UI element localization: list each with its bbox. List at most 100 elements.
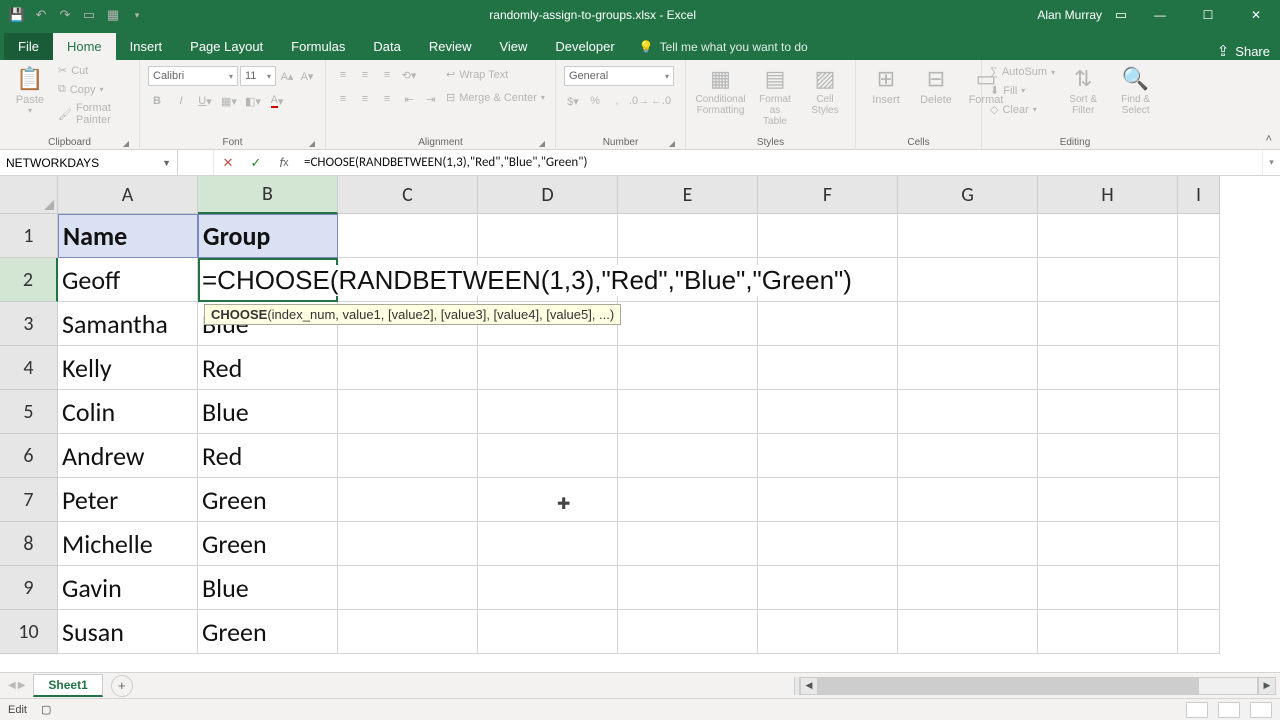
sort-filter-button[interactable]: ⇅Sort & Filter [1061,62,1105,118]
autosum-button[interactable]: ∑AutoSum▾ [990,64,1055,80]
cell-E10[interactable] [618,610,758,654]
column-header-f[interactable]: F [758,176,898,214]
percent-icon[interactable]: % [586,92,604,110]
column-header-a[interactable]: A [58,176,198,214]
font-size-combo[interactable]: 11▾ [240,66,276,86]
cell-G8[interactable] [898,522,1038,566]
cell-E8[interactable] [618,522,758,566]
cell-A8[interactable]: Michelle [58,522,198,566]
cell-I10[interactable] [1178,610,1220,654]
insert-cells-button[interactable]: ⊞Insert [864,62,908,108]
enter-formula-button[interactable]: ✓ [242,150,270,175]
dialog-launcher-icon[interactable]: ◢ [309,139,315,148]
align-left-icon[interactable]: ≡ [334,90,352,108]
cell-E6[interactable] [618,434,758,478]
scroll-left-button[interactable]: ◀ [800,677,818,695]
expand-formula-bar-icon[interactable]: ▾ [1262,150,1280,175]
collapse-ribbon-icon[interactable]: ˄ [1266,133,1272,145]
dialog-launcher-icon[interactable]: ◢ [539,139,545,148]
cell-I9[interactable] [1178,566,1220,610]
format-painter-button[interactable]: 🖌Format Painter [58,100,131,128]
row-header[interactable]: 2 [0,258,58,302]
column-header-g[interactable]: G [898,176,1038,214]
cell-A5[interactable]: Colin [58,390,198,434]
bold-button[interactable]: B [148,92,166,110]
dialog-launcher-icon[interactable]: ◢ [123,139,129,148]
cell-A6[interactable]: Andrew [58,434,198,478]
fill-button[interactable]: ⬇Fill▾ [990,82,1055,99]
sheet-nav-prev-icon[interactable]: ◀ [8,680,16,691]
cell-A7[interactable]: Peter [58,478,198,522]
tab-review[interactable]: Review [415,33,486,60]
cell-A1[interactable]: Name [58,214,198,258]
tab-formulas[interactable]: Formulas [277,33,359,60]
cell-F6[interactable] [758,434,898,478]
align-top-icon[interactable]: ≡ [334,66,352,84]
format-as-table-button[interactable]: ▤Format as Table [753,62,797,129]
tab-view[interactable]: View [485,33,541,60]
horizontal-scrollbar[interactable] [818,677,1258,695]
cell-H4[interactable] [1038,346,1178,390]
align-bottom-icon[interactable]: ≡ [378,66,396,84]
accounting-icon[interactable]: $▾ [564,92,582,110]
cut-button[interactable]: ✂Cut [58,62,131,79]
cell-C6[interactable] [338,434,478,478]
decrease-decimal-icon[interactable]: ←.0 [652,92,670,110]
cell-H2[interactable] [1038,258,1178,302]
find-select-button[interactable]: 🔍Find & Select [1111,62,1160,118]
column-header-i[interactable]: I [1178,176,1220,214]
align-center-icon[interactable]: ≡ [356,90,374,108]
increase-decimal-icon[interactable]: .0→ [630,92,648,110]
cell-F1[interactable] [758,214,898,258]
spreadsheet-grid[interactable]: A B C D E F G H I 1NameGroup2Geoff=CHOOS… [0,176,1280,672]
new-sheet-button[interactable]: + [111,675,133,697]
cell-H5[interactable] [1038,390,1178,434]
font-color-button[interactable]: A▾ [268,92,286,110]
font-name-combo[interactable]: Calibri▾ [148,66,238,86]
copy-button[interactable]: ⧉Copy▾ [58,81,131,98]
cell-B8[interactable]: Green [198,522,338,566]
cell-F9[interactable] [758,566,898,610]
cell-B1[interactable]: Group [198,214,338,258]
cell-B10[interactable]: Green [198,610,338,654]
cell-I8[interactable] [1178,522,1220,566]
insert-function-button[interactable]: fx [270,150,298,175]
fill-color-button[interactable]: ◧▾ [244,92,262,110]
cell-A10[interactable]: Susan [58,610,198,654]
cell-D10[interactable] [478,610,618,654]
cell-H7[interactable] [1038,478,1178,522]
clear-button[interactable]: ◇Clear▾ [990,101,1055,118]
cell-H8[interactable] [1038,522,1178,566]
page-break-view-button[interactable] [1250,702,1272,718]
cell-C1[interactable] [338,214,478,258]
tab-file[interactable]: File [4,33,53,60]
cell-B7[interactable]: Green [198,478,338,522]
border-button[interactable]: ▦▾ [220,92,238,110]
number-format-combo[interactable]: General▾ [564,66,674,86]
qat-icon-2[interactable]: ▦ [102,4,124,26]
cell-G10[interactable] [898,610,1038,654]
cell-G5[interactable] [898,390,1038,434]
redo-icon[interactable]: ↷ [54,4,76,26]
paste-button[interactable]: 📋 Paste ▾ [8,62,52,117]
row-header[interactable]: 4 [0,346,58,390]
dialog-launcher-icon[interactable]: ◢ [669,139,675,148]
cell-D9[interactable] [478,566,618,610]
minimize-button[interactable]: — [1140,0,1180,30]
wrap-text-button[interactable]: ↩Wrap Text [446,66,545,83]
row-header[interactable]: 1 [0,214,58,258]
cell-E7[interactable] [618,478,758,522]
cell-I3[interactable] [1178,302,1220,346]
row-header[interactable]: 8 [0,522,58,566]
cell-A4[interactable]: Kelly [58,346,198,390]
cell-G6[interactable] [898,434,1038,478]
italic-button[interactable]: I [172,92,190,110]
underline-button[interactable]: U▾ [196,92,214,110]
align-right-icon[interactable]: ≡ [378,90,396,108]
close-button[interactable]: ✕ [1236,0,1276,30]
cell-C7[interactable] [338,478,478,522]
row-header[interactable]: 3 [0,302,58,346]
cell-H10[interactable] [1038,610,1178,654]
cell-B9[interactable]: Blue [198,566,338,610]
cell-G7[interactable] [898,478,1038,522]
